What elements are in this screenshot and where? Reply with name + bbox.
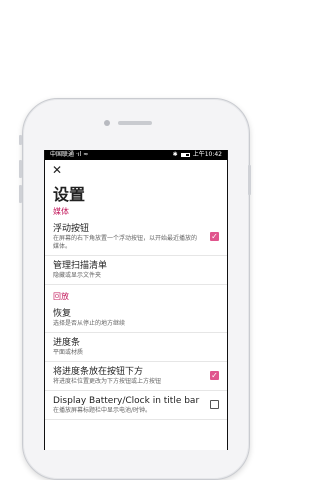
earpiece bbox=[118, 121, 152, 125]
pref-display-battery-clock[interactable]: Display Battery/Clock in title bar 在播放屏幕… bbox=[45, 391, 227, 420]
pref-summary: 选择是否从停止的地方继续 bbox=[53, 320, 126, 327]
pref-progress-bar[interactable]: 进度条 平面或材质 bbox=[45, 333, 227, 362]
pref-title: 将进度条放在按钮下方 bbox=[53, 367, 144, 377]
pref-title: 进度条 bbox=[53, 338, 81, 348]
close-icon[interactable]: ✕ bbox=[52, 164, 62, 176]
pref-title: 浮动按钮 bbox=[53, 224, 90, 234]
carrier-label: 中国联通 bbox=[50, 151, 75, 158]
wifi-icon: ≈ bbox=[83, 151, 89, 158]
signal-icon: ‧ıl bbox=[76, 151, 82, 158]
volume-down-button bbox=[19, 185, 22, 203]
volume-up-button bbox=[19, 160, 22, 178]
checkbox[interactable]: ✓ bbox=[210, 371, 219, 380]
pref-summary: 平面或材质 bbox=[53, 349, 84, 356]
status-bar: 中国联通 ‧ıl ≈ ✱ 上午10:42 bbox=[45, 150, 227, 160]
section-header-resume: 回放 bbox=[53, 292, 69, 301]
bluetooth-icon: ✱ bbox=[172, 151, 178, 158]
pref-title: 恢复 bbox=[53, 309, 72, 319]
pref-manage-scan-list[interactable]: 管理扫描清单 隐藏或显示文件夹 bbox=[45, 256, 227, 285]
front-camera bbox=[104, 120, 110, 126]
phone-screen: 中国联通 ‧ıl ≈ ✱ 上午10:42 ✕ 设置 媒体 浮动按钮 在屏幕的右下… bbox=[44, 150, 228, 450]
pref-floating-button[interactable]: 浮动按钮 在屏幕的右下角放置一个浮动按钮，以开始最近播放的媒体。 ✓ bbox=[45, 219, 227, 256]
clock: 上午10:42 bbox=[192, 151, 222, 158]
toolbar: ✕ 设置 bbox=[45, 160, 227, 204]
pref-summary: 隐藏或显示文件夹 bbox=[53, 272, 102, 279]
pref-progress-below-buttons[interactable]: 将进度条放在按钮下方 将进度栏位置更改为下方按钮或上方按钮 ✓ bbox=[45, 362, 227, 391]
checkbox[interactable] bbox=[210, 400, 219, 409]
pref-resume[interactable]: 恢复 选择是否从停止的地方继续 bbox=[45, 304, 227, 333]
pref-summary: 将进度栏位置更改为下方按钮或上方按钮 bbox=[53, 378, 162, 385]
checkbox[interactable]: ✓ bbox=[210, 232, 219, 241]
page-title: 设置 bbox=[53, 185, 86, 204]
mute-switch bbox=[19, 135, 22, 145]
pref-title: Display Battery/Clock in title bar bbox=[53, 396, 200, 406]
pref-summary: 在播放屏幕标题栏中显示电池/时钟。 bbox=[53, 407, 152, 414]
pref-title: 管理扫描清单 bbox=[53, 261, 108, 271]
pref-summary: 在屏幕的右下角放置一个浮动按钮，以开始最近播放的媒体。 bbox=[53, 235, 198, 250]
power-button bbox=[248, 165, 251, 195]
battery-icon bbox=[180, 153, 190, 157]
